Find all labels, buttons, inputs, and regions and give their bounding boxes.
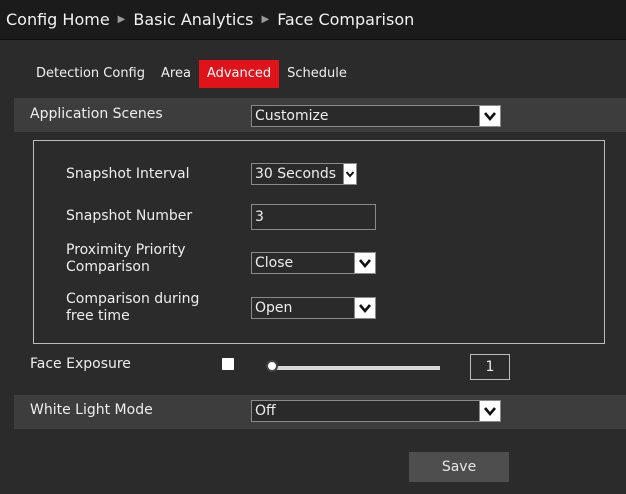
application-scenes-select[interactable]: Customize (251, 105, 501, 127)
chevron-down-icon (354, 298, 375, 318)
white-light-mode-value: Off (255, 403, 276, 419)
comparison-free-time-label: Comparison during free time (66, 291, 199, 325)
proximity-priority-select[interactable]: Close (251, 252, 376, 274)
breadcrumb-config-home[interactable]: Config Home (6, 10, 110, 29)
chevron-down-icon (479, 401, 500, 421)
chevron-down-icon (343, 164, 356, 184)
white-light-mode-label: White Light Mode (30, 402, 153, 418)
white-light-mode-select[interactable]: Off (251, 400, 501, 422)
breadcrumb-face-comparison: Face Comparison (277, 10, 415, 29)
tab-bar: Detection Config Area Advanced Schedule (28, 60, 355, 88)
tab-detection-config[interactable]: Detection Config (28, 60, 153, 88)
breadcrumb-basic-analytics[interactable]: Basic Analytics (133, 10, 253, 29)
chevron-down-icon (354, 253, 375, 273)
snapshot-interval-value: 30 Seconds (255, 166, 337, 182)
snapshot-number-input[interactable]: 3 (251, 204, 376, 230)
proximity-priority-label: Proximity Priority Comparison (66, 242, 186, 276)
application-scenes-label: Application Scenes (30, 106, 163, 122)
application-scenes-value: Customize (255, 108, 329, 124)
face-exposure-checkbox[interactable] (222, 358, 234, 370)
proximity-priority-label-line2: Comparison (66, 259, 150, 275)
tab-schedule[interactable]: Schedule (279, 60, 355, 88)
face-exposure-value-box[interactable]: 1 (470, 354, 510, 380)
comparison-free-time-label-line2: free time (66, 308, 130, 324)
breadcrumb: Config Home ▶ Basic Analytics ▶ Face Com… (0, 0, 626, 40)
comparison-free-time-value: Open (255, 300, 293, 316)
chevron-down-icon (479, 106, 500, 126)
breadcrumb-separator-icon: ▶ (117, 14, 126, 25)
face-exposure-label: Face Exposure (30, 356, 131, 372)
snapshot-interval-label: Snapshot Interval (66, 166, 190, 182)
snapshot-interval-select[interactable]: 30 Seconds (251, 163, 357, 185)
face-exposure-slider-track[interactable] (268, 366, 440, 370)
tab-area[interactable]: Area (153, 60, 199, 88)
proximity-priority-value: Close (255, 255, 294, 271)
save-button[interactable]: Save (409, 452, 509, 482)
breadcrumb-separator-icon: ▶ (261, 14, 270, 25)
snapshot-number-label: Snapshot Number (66, 208, 193, 224)
comparison-free-time-label-line1: Comparison during (66, 291, 200, 307)
proximity-priority-label-line1: Proximity Priority (66, 242, 186, 258)
face-exposure-slider-handle[interactable] (266, 360, 278, 372)
tab-advanced[interactable]: Advanced (198, 60, 280, 88)
comparison-free-time-select[interactable]: Open (251, 297, 376, 319)
